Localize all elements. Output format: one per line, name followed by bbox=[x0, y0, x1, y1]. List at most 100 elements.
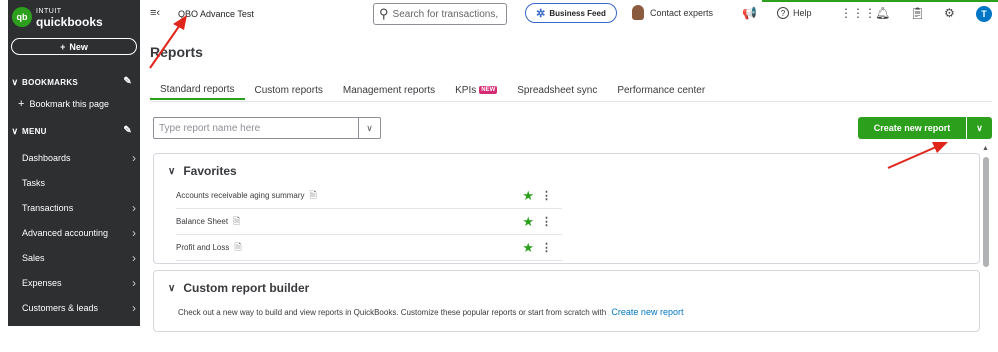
top-bar: ≡‹ QBO Advance Test ⚲ Search for transac… bbox=[140, 0, 998, 30]
create-new-report-label[interactable]: Create new report bbox=[858, 117, 966, 139]
sidebar-item-transactions[interactable]: Transactions › bbox=[22, 195, 140, 220]
chevron-down-icon: ∨ bbox=[168, 282, 176, 294]
new-button-label: New bbox=[69, 41, 88, 52]
sidebar-item-dashboards[interactable]: Dashboards › bbox=[22, 145, 140, 170]
sidebar-item-label: Expenses bbox=[22, 277, 62, 288]
contact-experts-button[interactable]: Contact experts bbox=[632, 5, 713, 20]
kebab-icon[interactable]: ⋮ bbox=[541, 215, 552, 228]
tab-spreadsheet-sync[interactable]: Spreadsheet sync bbox=[507, 80, 607, 100]
sparkle-icon: ✲ bbox=[536, 7, 546, 20]
favorite-report-label[interactable]: Balance Sheet bbox=[176, 217, 228, 226]
contact-experts-label: Contact experts bbox=[650, 7, 714, 18]
document-icon: 🗎 bbox=[309, 189, 317, 200]
help-label: Help bbox=[793, 8, 812, 18]
menu-section-header[interactable]: ∨ MENU ✎ bbox=[8, 122, 140, 140]
sidebar-item-advanced-accounting[interactable]: Advanced accounting › bbox=[22, 220, 140, 245]
sidebar-item-sales[interactable]: Sales › bbox=[22, 245, 140, 270]
sidebar-item-customers-leads[interactable]: Customers & leads › bbox=[22, 295, 140, 320]
search-icon: ⚲ bbox=[379, 6, 389, 21]
custom-report-builder-title: Custom report builder bbox=[183, 281, 310, 295]
star-icon[interactable]: ★ bbox=[522, 240, 534, 256]
apps-grid-icon[interactable]: ⋮⋮⋮ bbox=[840, 6, 876, 20]
main-scrollbar[interactable]: ▲ bbox=[982, 145, 990, 335]
scroll-up-icon[interactable]: ▲ bbox=[982, 145, 989, 152]
plus-icon: + bbox=[18, 98, 25, 110]
custom-report-builder-card: ∨ Custom report builder Check out a new … bbox=[153, 270, 980, 332]
chevron-right-icon: › bbox=[132, 250, 136, 265]
sidebar-item-label: Sales bbox=[22, 252, 45, 263]
pencil-icon[interactable]: ✎ bbox=[123, 76, 132, 87]
tab-standard-reports[interactable]: Standard reports bbox=[150, 80, 245, 100]
megaphone-icon[interactable]: 📢 bbox=[742, 6, 757, 20]
sidebar-item-label: Advanced accounting bbox=[22, 227, 109, 238]
chevron-down-icon[interactable]: ∨ bbox=[966, 117, 992, 139]
company-name[interactable]: QBO Advance Test bbox=[178, 9, 254, 19]
bookmarks-section-header[interactable]: ∨ BOOKMARKS ✎ bbox=[8, 73, 140, 91]
favorite-report-row[interactable]: Balance Sheet 🗎 ★ ⋮ bbox=[176, 209, 562, 235]
user-avatar[interactable]: T bbox=[976, 6, 992, 22]
bookmark-this-page-label: Bookmark this page bbox=[29, 99, 109, 109]
sidebar-item-label: Tasks bbox=[22, 177, 46, 188]
report-name-combobox[interactable]: Type report name here ∨ bbox=[153, 117, 381, 139]
logo-mark-icon: qb bbox=[12, 7, 32, 27]
global-search-input[interactable]: ⚲ Search for transactions, bbox=[373, 3, 507, 25]
new-button[interactable]: + New bbox=[11, 38, 137, 55]
favorite-report-row[interactable]: Profit and Loss 🗎 ★ ⋮ bbox=[176, 235, 562, 261]
scrollbar-thumb[interactable] bbox=[983, 157, 989, 267]
help-icon: ? bbox=[777, 7, 789, 19]
pencil-icon[interactable]: ✎ bbox=[123, 125, 132, 136]
star-icon[interactable]: ★ bbox=[522, 214, 534, 230]
quickbooks-logo[interactable]: qb INTUIT quickbooks bbox=[12, 4, 103, 30]
app-root: qb INTUIT quickbooks + New ∨ BOOKMARKS ✎… bbox=[0, 0, 998, 352]
favorite-report-label[interactable]: Profit and Loss bbox=[176, 243, 229, 252]
kebab-icon[interactable]: ⋮ bbox=[541, 189, 552, 202]
clipboard-icon[interactable]: 📋︎ bbox=[910, 6, 925, 20]
chevron-down-icon: ∨ bbox=[11, 125, 19, 136]
business-feed-label: Business Feed bbox=[549, 8, 606, 18]
sidebar-item-expenses[interactable]: Expenses › bbox=[22, 270, 140, 295]
chevron-down-icon: ∨ bbox=[11, 76, 19, 87]
chevron-down-icon[interactable]: ∨ bbox=[358, 118, 380, 138]
document-icon: 🗎 bbox=[234, 241, 242, 252]
sidebar-item-label: Dashboards bbox=[22, 152, 71, 163]
top-accent-line bbox=[762, 0, 998, 2]
tab-custom-reports[interactable]: Custom reports bbox=[245, 80, 333, 100]
page-title: Reports bbox=[150, 44, 203, 60]
bell-icon[interactable]: 🔔︎ bbox=[875, 6, 890, 20]
gear-icon[interactable]: ⚙ bbox=[944, 6, 955, 20]
chevron-right-icon: › bbox=[132, 275, 136, 290]
sidebar-item-tasks[interactable]: Tasks bbox=[22, 170, 140, 195]
help-button[interactable]: ? Help bbox=[777, 7, 812, 19]
hamburger-icon[interactable]: ≡‹ bbox=[150, 7, 160, 19]
chevron-right-icon: › bbox=[132, 300, 136, 315]
create-new-report-link[interactable]: Create new report bbox=[611, 307, 683, 317]
custom-report-builder-description: Check out a new way to build and view re… bbox=[178, 307, 684, 317]
document-icon: 🗎 bbox=[233, 215, 241, 226]
star-icon[interactable]: ★ bbox=[522, 188, 534, 204]
report-name-input[interactable]: Type report name here bbox=[154, 118, 358, 138]
business-feed-button[interactable]: ✲ Business Feed bbox=[525, 3, 617, 23]
tabs-divider bbox=[150, 101, 992, 102]
expert-avatar bbox=[632, 5, 644, 20]
favorites-header[interactable]: ∨ Favorites bbox=[168, 164, 237, 178]
chevron-down-icon: ∨ bbox=[168, 165, 176, 177]
bookmark-this-page[interactable]: + Bookmark this page bbox=[18, 98, 109, 110]
favorite-report-row[interactable]: Accounts receivable aging summary 🗎 ★ ⋮ bbox=[176, 183, 562, 209]
new-badge: NEW bbox=[479, 86, 498, 94]
sidebar-item-label: Transactions bbox=[22, 202, 74, 213]
chevron-right-icon: › bbox=[132, 200, 136, 215]
favorite-report-label[interactable]: Accounts receivable aging summary bbox=[176, 191, 305, 200]
menu-label: MENU bbox=[22, 126, 47, 136]
custom-report-builder-header[interactable]: ∨ Custom report builder bbox=[168, 281, 309, 295]
tab-kpis[interactable]: KPIs NEW bbox=[445, 80, 507, 100]
logo-quickbooks-text: quickbooks bbox=[36, 14, 103, 29]
tab-performance-center[interactable]: Performance center bbox=[607, 80, 715, 100]
chevron-right-icon: › bbox=[132, 150, 136, 165]
plus-icon: + bbox=[60, 41, 66, 52]
tab-management-reports[interactable]: Management reports bbox=[333, 80, 445, 100]
favorites-card: ∨ Favorites Accounts receivable aging su… bbox=[153, 153, 980, 264]
create-new-report-button[interactable]: Create new report ∨ bbox=[858, 117, 992, 139]
favorites-title: Favorites bbox=[183, 164, 237, 178]
kebab-icon[interactable]: ⋮ bbox=[541, 241, 552, 254]
sidebar-item-label: Customers & leads bbox=[22, 302, 99, 313]
